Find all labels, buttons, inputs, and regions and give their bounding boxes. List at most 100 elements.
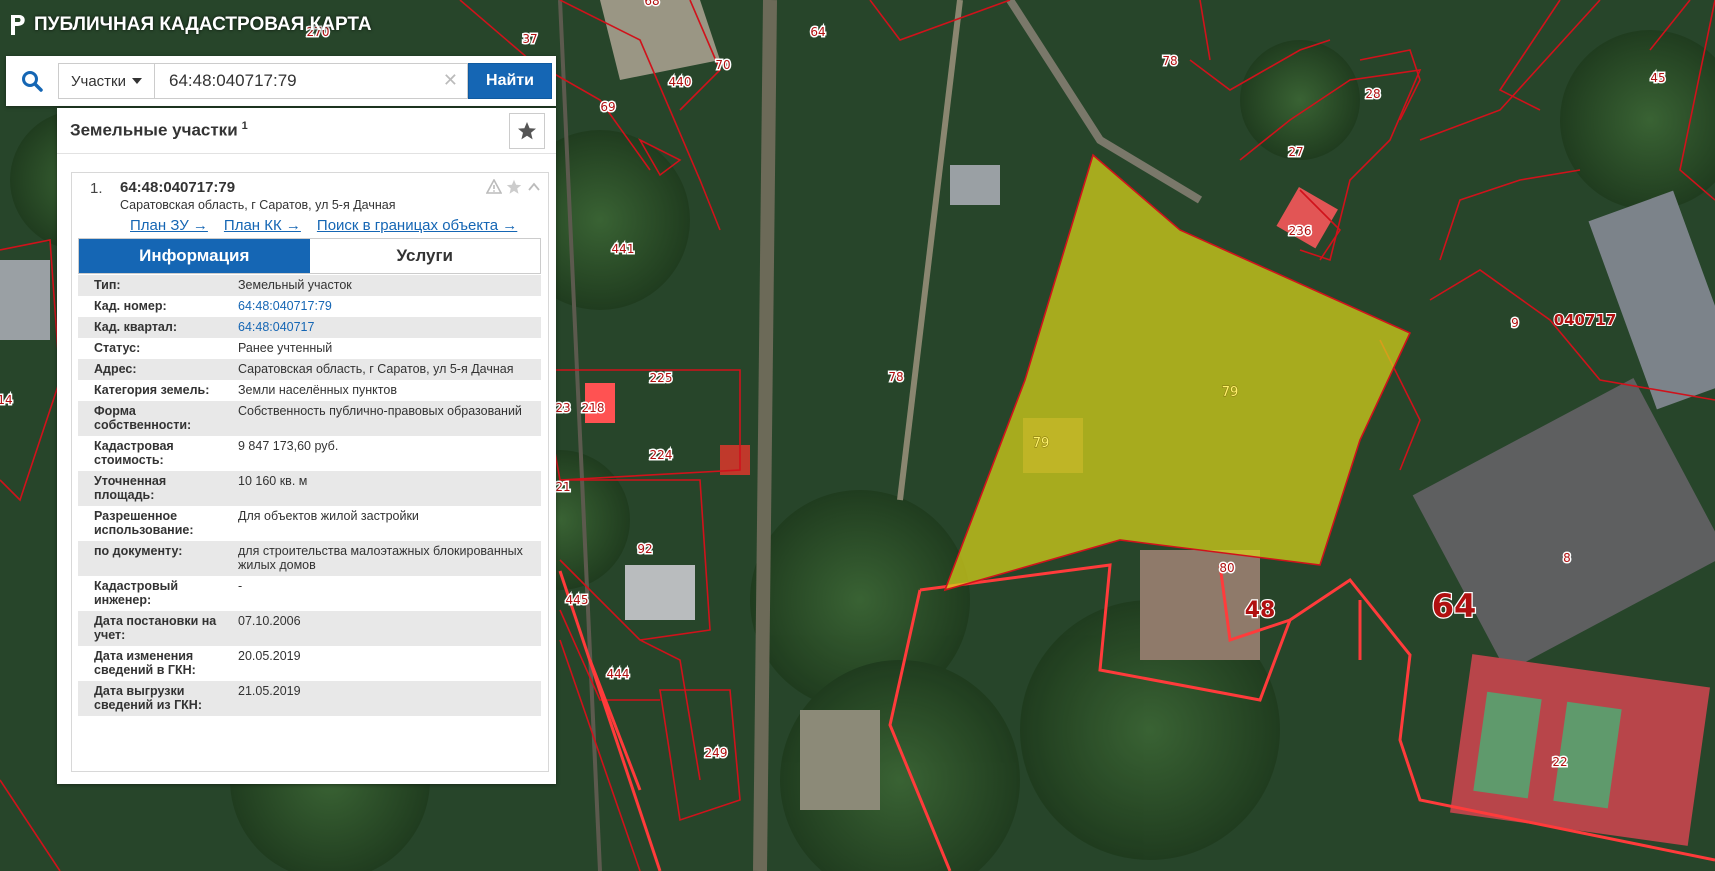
- result-number: 1.: [90, 180, 103, 197]
- parcel-label: 70: [715, 58, 730, 72]
- info-key: Разрешенное использование:: [94, 509, 194, 537]
- info-table: Тип: Земельный участок Кад. номер: 64:48:04…: [78, 275, 541, 716]
- panel-title: Земельные участки 1: [70, 120, 248, 141]
- parcel-label: 27: [1288, 145, 1303, 159]
- parcel-label: 48: [1245, 598, 1276, 623]
- info-key: Статус:: [94, 341, 141, 355]
- parcel-label: 224: [650, 448, 673, 462]
- parcel-label: 64: [810, 25, 825, 39]
- info-value: 10 160 кв. м: [238, 474, 308, 488]
- info-row: Дата постановки на учет: 07.10.2006: [78, 611, 541, 646]
- info-row: по документу: для строительства малоэтажн…: [78, 541, 541, 576]
- parcel-label: 45: [1650, 71, 1665, 85]
- tab-information[interactable]: Информация: [79, 239, 310, 273]
- search-bar: Участки ✕ Найти: [6, 56, 556, 106]
- info-row: Дата изменения сведений в ГКН: 20.05.2019: [78, 646, 541, 681]
- parcel-label: 80: [1219, 561, 1234, 575]
- info-value: -: [238, 579, 243, 593]
- info-value: для строительства малоэтажных блокирован…: [238, 544, 523, 572]
- star-icon: [518, 122, 536, 140]
- plan-zu-link[interactable]: План ЗУ →: [130, 217, 208, 234]
- parcel-label: 22: [1552, 755, 1567, 769]
- parcel-label: 444: [607, 667, 630, 681]
- parcel-label: 440: [669, 75, 692, 89]
- parcel-label: 78: [888, 370, 903, 384]
- parcel-label: 445: [566, 593, 589, 607]
- caret-down-icon: [132, 78, 142, 84]
- search-input-wrap: ✕: [154, 63, 468, 99]
- info-row: Категория земель: Земли населённых пункто…: [78, 380, 541, 401]
- card-icons: [486, 179, 542, 195]
- info-value: Земли населённых пунктов: [238, 383, 397, 397]
- info-value: Для объектов жилой застройки: [238, 509, 419, 523]
- search-input[interactable]: [154, 63, 468, 99]
- search-type-label: Участки: [71, 72, 126, 90]
- star-outline-icon[interactable]: [506, 179, 522, 195]
- info-value: Саратовская область, г Саратов, ул 5-я Д…: [238, 362, 514, 376]
- parcel-label: 79: [1033, 436, 1050, 451]
- search-in-bounds-link[interactable]: Поиск в границах объекта →: [317, 217, 517, 234]
- info-value: 20.05.2019: [238, 649, 301, 663]
- parcel-label: 28: [1365, 87, 1380, 101]
- app-title: ПУБЛИЧНАЯ КАДАСТРОВАЯ КАРТА: [8, 12, 372, 38]
- result-cadastral-number[interactable]: 64:48:040717:79: [120, 179, 235, 196]
- parcel-label: 441: [612, 242, 635, 256]
- info-value: 21.05.2019: [238, 684, 301, 698]
- info-row: Кад. номер: 64:48:040717:79: [78, 296, 541, 317]
- info-row: Статус: Ранее учтенный: [78, 338, 541, 359]
- parcel-label: 37: [522, 32, 537, 46]
- info-value: Собственность публично-правовых образова…: [238, 404, 522, 418]
- info-key: Кадастровый инженер:: [94, 579, 179, 607]
- info-row: Тип: Земельный участок: [78, 275, 541, 296]
- result-links: План ЗУ → План КК → Поиск в границах объ…: [130, 217, 517, 234]
- info-value: 9 847 173,60 руб.: [238, 439, 339, 453]
- clear-icon[interactable]: ✕: [443, 70, 458, 91]
- info-value: Ранее учтенный: [238, 341, 333, 355]
- info-key: Дата изменения сведений в ГКН:: [94, 649, 196, 677]
- parcel-label: 21: [555, 480, 570, 494]
- parcel-label: 218: [582, 401, 605, 415]
- info-key: Форма собственности:: [94, 404, 192, 432]
- info-row: Адрес: Саратовская область, г Саратов, ул…: [78, 359, 541, 380]
- info-row: Кадастровый инженер: -: [78, 576, 541, 611]
- find-button[interactable]: Найти: [468, 63, 552, 99]
- info-row: Уточненная площадь: 10 160 кв. м: [78, 471, 541, 506]
- result-count: 1: [241, 120, 248, 133]
- info-key: по документу:: [94, 544, 183, 558]
- parcel-label: 78: [1162, 54, 1177, 68]
- parcel-label: 64: [1432, 587, 1477, 625]
- info-value[interactable]: 64:48:040717: [230, 317, 541, 338]
- info-key: Кадастровая стоимость:: [94, 439, 174, 467]
- parcel-label: 9: [1511, 316, 1519, 330]
- panel-header: Земельные участки 1: [57, 108, 556, 154]
- chevron-up-icon[interactable]: [526, 179, 542, 195]
- search-icon: [22, 71, 43, 92]
- info-row: Дата выгрузки сведений из ГКН: 21.05.2019: [78, 681, 541, 716]
- parcel-label: 236: [1289, 224, 1312, 238]
- info-value[interactable]: 64:48:040717:79: [230, 296, 541, 317]
- info-key: Кад. номер:: [94, 299, 167, 313]
- info-value: 07.10.2006: [238, 614, 301, 628]
- parcel-label: 8: [1563, 551, 1571, 565]
- plan-kk-link[interactable]: План КК →: [224, 217, 301, 234]
- parcel-label: 225: [650, 371, 673, 385]
- parcel-label: 68: [644, 0, 659, 8]
- app-title-text: ПУБЛИЧНАЯ КАДАСТРОВАЯ КАРТА: [34, 14, 372, 35]
- result-tabs: Информация Услуги: [78, 238, 541, 274]
- panel-title-text: Земельные участки: [70, 120, 238, 140]
- search-toggle-button[interactable]: [6, 56, 58, 106]
- favorites-button[interactable]: [509, 113, 545, 149]
- result-address: Саратовская область, г Саратов, ул 5-я Д…: [120, 198, 396, 212]
- info-key: Кад. квартал:: [94, 320, 177, 334]
- result-card: 1. 64:48:040717:79 Саратовская область, …: [71, 172, 549, 772]
- info-key: Уточненная площадь:: [94, 474, 167, 502]
- info-key: Дата постановки на учет:: [94, 614, 217, 642]
- info-key: Тип:: [94, 278, 121, 292]
- tab-services[interactable]: Услуги: [309, 239, 540, 273]
- parcel-label: 69: [600, 100, 615, 114]
- info-key: Дата выгрузки сведений из ГКН:: [94, 684, 202, 712]
- parcel-label: 040717: [1554, 311, 1617, 329]
- info-value: Земельный участок: [238, 278, 352, 292]
- warning-icon[interactable]: [486, 179, 502, 195]
- search-type-select[interactable]: Участки: [58, 63, 154, 99]
